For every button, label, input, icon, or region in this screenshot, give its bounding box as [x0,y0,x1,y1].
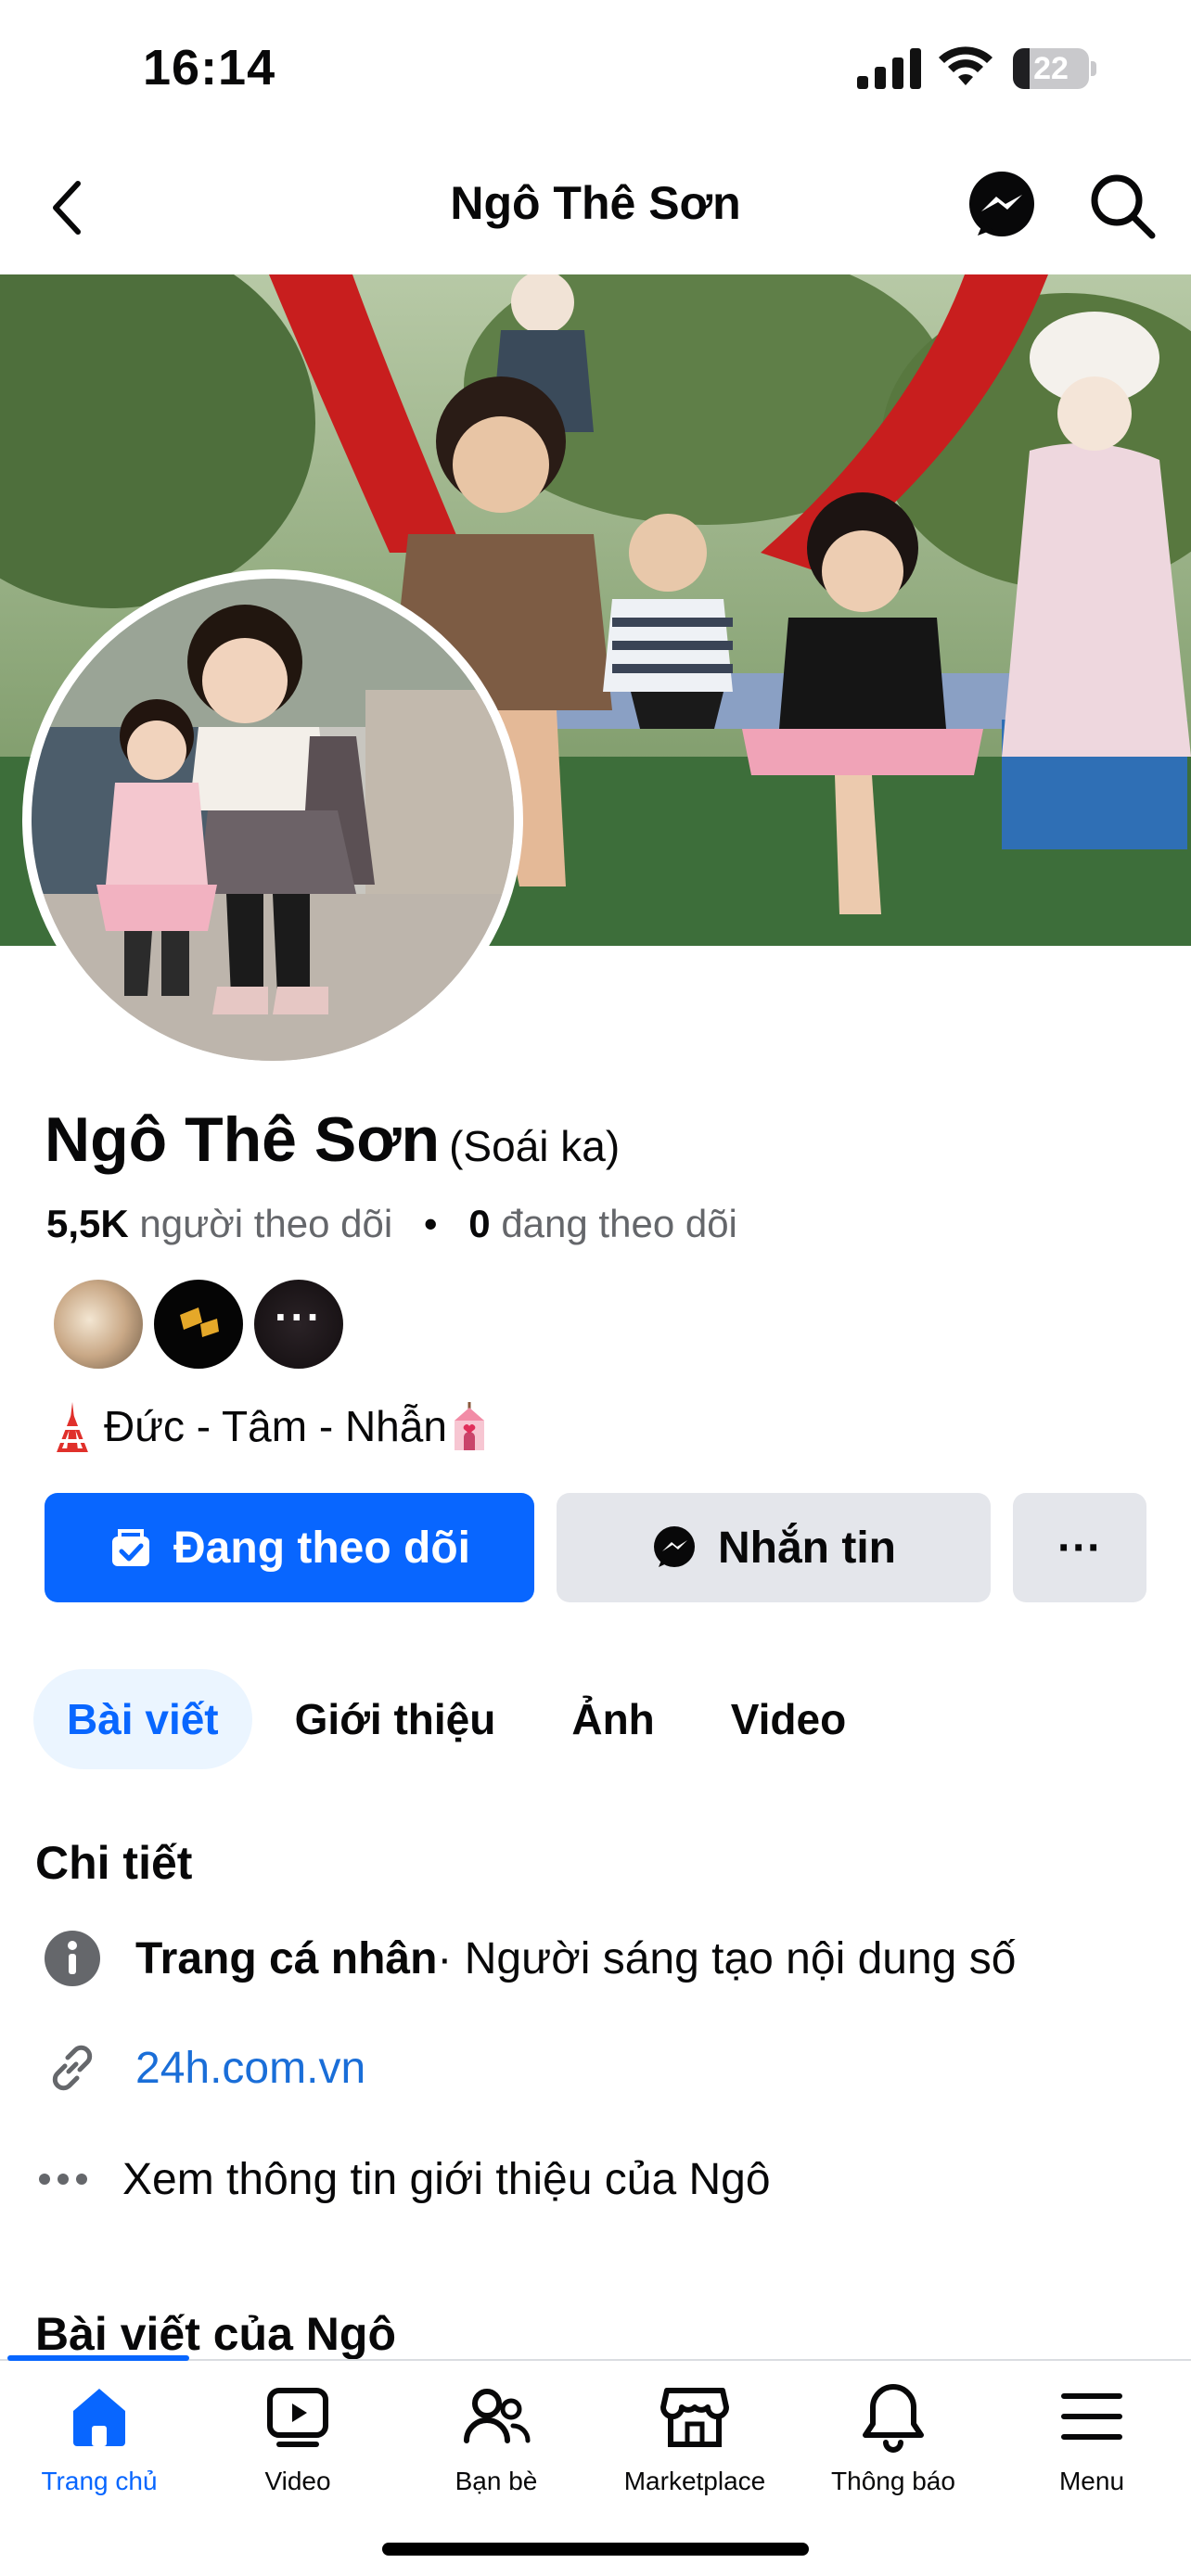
chevron-left-icon [53,181,81,235]
bio-text: Đức - Tâm - Nhẫn [104,1402,447,1450]
mutual-avatar[interactable] [154,1280,243,1369]
see-about-link: Xem thông tin giới thiệu của Ngô [122,2154,771,2204]
gold-logo-icon [180,1307,219,1337]
message-button[interactable]: Nhắn tin [557,1493,991,1602]
status-bar: 16:14 22 [0,0,1191,139]
more-dots-icon: ··· [275,1293,323,1341]
home-indicator[interactable] [382,2543,809,2556]
profile-bio: Đức - Tâm - Nhẫn [50,1400,492,1452]
mutual-followers[interactable]: ··· [54,1280,343,1372]
battery-level: 22 [1033,51,1069,86]
more-options-button[interactable]: ··· [1013,1493,1146,1602]
tabbar-menu[interactable]: Menu [992,2379,1191,2519]
follow-stats: 5,5K người theo dõi • 0 đang theo dõi [46,1202,737,1246]
cellular-signal-icon [857,48,921,89]
info-icon [45,1931,100,1986]
more-dots-icon: ··· [1057,1523,1102,1573]
detail-see-more[interactable]: Xem thông tin giới thiệu của Ngô [26,2142,771,2216]
tabbar-home[interactable]: Trang chủ [0,2379,198,2519]
message-button-label: Nhắn tin [718,1523,896,1573]
tabbar-marketplace[interactable]: Marketplace [596,2379,794,2519]
followers-count: 5,5K [46,1202,129,1245]
page-type-label: Trang cá nhân [135,1933,438,1983]
friends-icon [464,2389,531,2443]
details-title: Chi tiết [35,1837,193,1889]
posts-title: Bài viết của Ngô [35,2308,396,2360]
wedding-chapel-icon [454,1402,484,1450]
more-mutuals-button[interactable]: ··· [254,1280,343,1369]
tabbar-friends[interactable]: Bạn bè [397,2379,596,2519]
nav-header: Ngô Thê Sơn [0,139,1191,274]
tabbar-home-label: Trang chủ [41,2467,158,2495]
tabbar-video-label: Video [264,2467,331,2495]
menu-icon [1061,2393,1122,2440]
tabbar-marketplace-label: Marketplace [623,2467,766,2495]
tabbar-notifications-label: Thông báo [831,2467,955,2495]
page-type-category: · Người sáng tạo nội dung số [437,1933,1017,1983]
website-link[interactable]: 24h.com.vn [135,2043,365,2094]
back-button[interactable] [41,174,93,241]
profile-alternate-name: (Soái ka) [449,1122,621,1170]
tokyo-tower-icon [57,1402,88,1452]
home-icon [73,2389,125,2446]
following-link[interactable]: 0 đang theo dõi [468,1202,737,1245]
battery-icon: 22 [1013,48,1096,89]
followers-link[interactable]: 5,5K người theo dõi [46,1202,392,1245]
wifi-icon [939,46,992,85]
marketplace-icon [660,2388,729,2447]
profile-name-text: Ngô Thê Sơn [45,1104,441,1175]
messenger-icon [654,1526,695,1567]
video-icon [267,2388,328,2447]
tabbar-menu-label: Menu [1058,2467,1125,2495]
tab-photos[interactable]: Ảnh [538,1669,687,1769]
following-check-icon [112,1529,150,1566]
more-dots-icon [39,2174,87,2185]
mutual-avatar[interactable] [54,1280,143,1369]
tab-about[interactable]: Giới thiệu [262,1669,530,1769]
detail-page-type: Trang cá nhân · Người sáng tạo nội dung … [35,1921,1016,1996]
following-button-label: Đang theo dõi [173,1523,470,1573]
tabbar-notifications[interactable]: Thông báo [794,2379,992,2519]
tab-video[interactable]: Video [698,1669,879,1769]
separator-dot: • [423,1202,438,1245]
tab-posts[interactable]: Bài viết [33,1669,252,1769]
profile-name: Ngô Thê Sơn (Soái ka) [45,1103,620,1176]
messenger-icon[interactable] [965,169,1039,243]
link-icon [52,2045,93,2091]
profile-tabs: Bài viết Giới thiệu Ảnh Video [33,1669,889,1769]
following-button[interactable]: Đang theo dõi [45,1493,534,1602]
active-tab-indicator [7,2355,189,2361]
profile-avatar[interactable] [22,569,523,1070]
tabbar-video[interactable]: Video [198,2379,397,2519]
status-time: 16:14 [143,40,276,96]
tabbar-friends-label: Bạn bè [455,2467,538,2495]
search-icon[interactable] [1087,171,1158,241]
following-count: 0 [468,1202,491,1245]
followers-label: người theo dõi [139,1202,393,1245]
following-label: đang theo dõi [501,1202,737,1245]
detail-website[interactable]: 24h.com.vn [35,2031,365,2105]
bell-icon [863,2384,924,2453]
